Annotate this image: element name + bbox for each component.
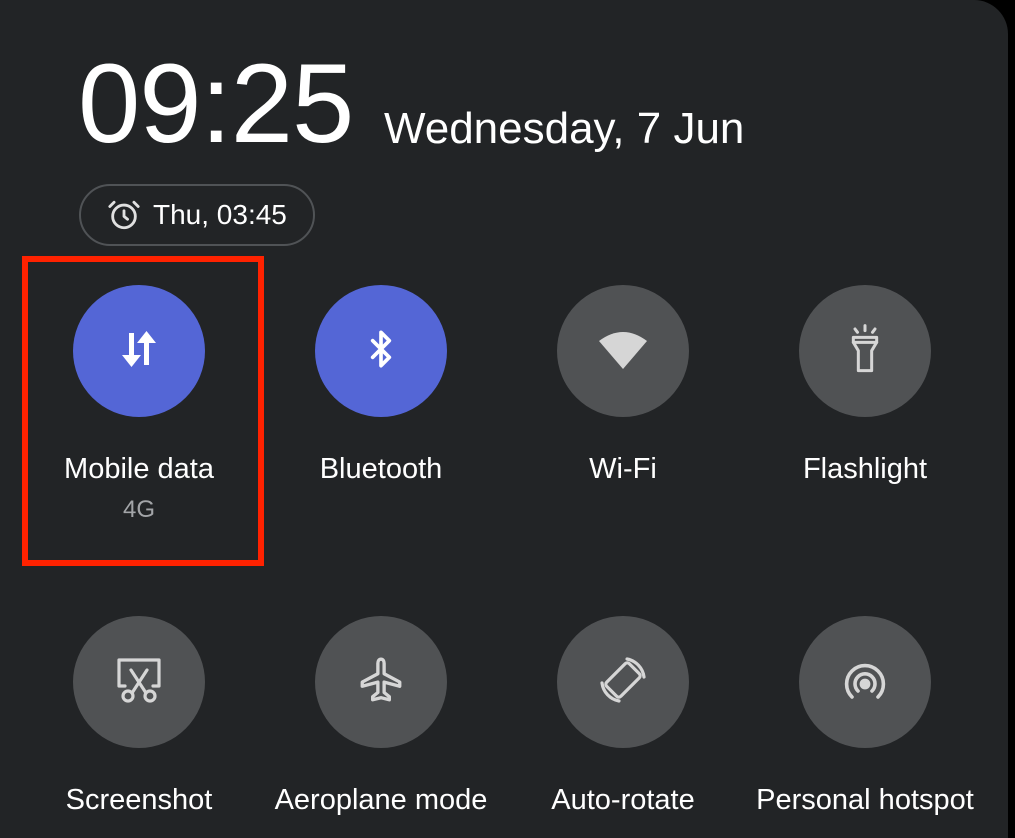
- bluetooth-icon: [361, 325, 401, 378]
- personal-hotspot-toggle[interactable]: [799, 616, 931, 748]
- next-alarm-label: Thu, 03:45: [153, 199, 287, 230]
- wifi-icon: [597, 329, 649, 374]
- tile-screenshot[interactable]: Screenshot: [19, 616, 259, 817]
- tile-wifi[interactable]: Wi-Fi: [503, 285, 743, 486]
- screenshot-toggle[interactable]: [73, 616, 205, 748]
- quick-settings-panel: 09:25 Wednesday, 7 Jun Thu, 03:45 Mobile…: [0, 0, 1008, 838]
- screenshot-scissors-icon: [113, 654, 165, 711]
- tile-label-flashlight: Flashlight: [802, 453, 928, 485]
- tile-personal-hotspot[interactable]: Personal hotspot: [745, 616, 985, 817]
- tile-label-personal-hotspot: Personal hotspot: [756, 784, 974, 816]
- auto-rotate-icon: [597, 654, 649, 711]
- tile-flashlight[interactable]: Flashlight: [745, 285, 985, 486]
- tile-label-screenshot: Screenshot: [65, 784, 213, 816]
- flashlight-toggle[interactable]: [799, 285, 931, 417]
- tile-label-wifi: Wi-Fi: [589, 453, 657, 485]
- next-alarm-chip[interactable]: Thu, 03:45: [79, 184, 315, 246]
- wifi-toggle[interactable]: [557, 285, 689, 417]
- alarm-clock-icon: [107, 198, 141, 232]
- tile-auto-rotate[interactable]: Auto-rotate: [503, 616, 743, 817]
- clock-time: 09:25: [78, 41, 354, 166]
- bluetooth-toggle[interactable]: [315, 285, 447, 417]
- airplane-icon: [356, 655, 406, 710]
- tile-bluetooth[interactable]: Bluetooth: [261, 285, 501, 486]
- flashlight-icon: [845, 323, 885, 379]
- tile-aeroplane-mode[interactable]: Aeroplane mode: [261, 616, 501, 817]
- highlight-box: [22, 256, 264, 566]
- tile-label-aeroplane-mode: Aeroplane mode: [274, 784, 488, 816]
- hotspot-icon: [841, 656, 889, 709]
- auto-rotate-toggle[interactable]: [557, 616, 689, 748]
- date-text: Wednesday, 7 Jun: [384, 104, 745, 153]
- tile-label-auto-rotate: Auto-rotate: [551, 784, 695, 816]
- aeroplane-mode-toggle[interactable]: [315, 616, 447, 748]
- tile-label-bluetooth: Bluetooth: [319, 453, 443, 485]
